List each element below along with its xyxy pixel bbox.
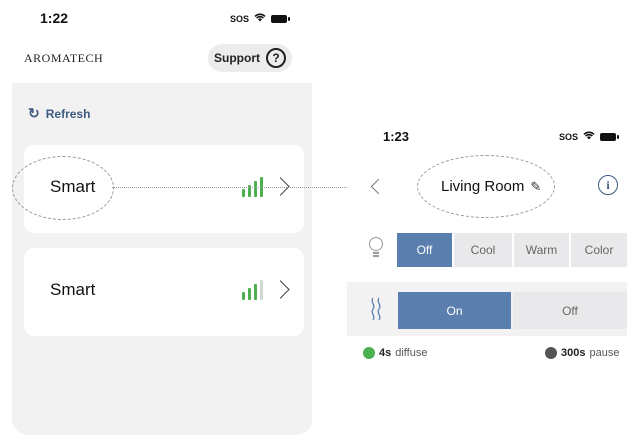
device-card[interactable]: Smart [24,248,304,336]
diffuse-value: 4s [379,347,392,359]
device-name: Smart [50,280,96,299]
highlight-oval-device [12,156,114,220]
support-button[interactable]: Support ? [208,44,292,72]
device-control-screen: 1:23 SOS Living Room ✎ i Off Cool Warm C… [347,115,627,370]
question-icon: ? [266,48,286,68]
brand-logo: AROMATECH [24,51,104,65]
diffuser-control: On Off [347,282,627,336]
light-mode-color[interactable]: Color [571,233,627,267]
sos-indicator: SOS [230,13,250,24]
status-time: 1:23 [383,129,410,144]
light-mode-warm[interactable]: Warm [514,233,569,267]
pause-value: 300s [561,347,586,359]
diffuse-timing[interactable]: 4s diffuse [363,347,427,359]
status-icons: SOS [559,131,620,142]
light-mode-off[interactable]: Off [397,233,452,267]
info-icon[interactable]: i [598,175,618,195]
pause-timing[interactable]: 300s pause [545,347,619,359]
highlight-oval-room [417,155,555,218]
device-list-panel: ↻ Refresh Smart Smart [12,83,312,435]
screenshot-stage: 1:22 SOS AROMATECH Support ? ↻ Refresh S… [0,0,627,435]
sos-indicator: SOS [559,131,579,142]
diffuser-on-button[interactable]: On [398,292,511,329]
refresh-button[interactable]: ↻ Refresh [28,105,90,122]
back-chevron-icon[interactable] [370,179,382,195]
status-icons: SOS [230,13,291,24]
diffuse-label: diffuse [395,347,428,359]
status-bar: 1:22 SOS [0,0,320,34]
battery-icon [271,14,291,23]
pause-label: pause [589,347,620,359]
steam-icon [369,296,383,328]
refresh-label: Refresh [45,106,91,121]
support-label: Support [214,51,260,65]
lightbulb-icon [369,237,383,259]
signal-strength-icon [242,280,263,300]
wifi-icon [583,131,595,142]
refresh-icon: ↻ [28,105,40,121]
battery-icon [600,132,620,141]
diffuser-off-button[interactable]: Off [513,292,627,329]
pause-dot [545,347,557,359]
diffuse-dot [363,347,375,359]
status-time: 1:22 [40,10,69,26]
chevron-right-icon [274,278,288,302]
light-mode-selector: Off Cool Warm Color [397,233,627,267]
light-mode-cool[interactable]: Cool [454,233,512,267]
wifi-icon [254,13,266,24]
